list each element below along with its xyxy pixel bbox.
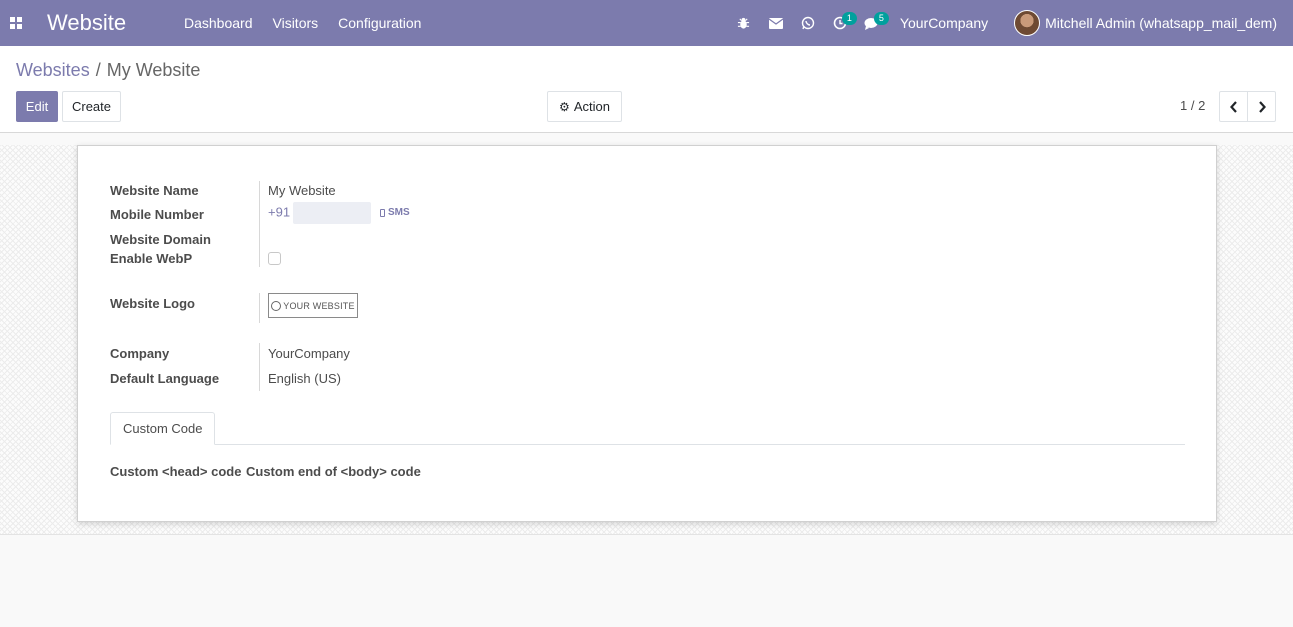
breadcrumb-websites[interactable]: Websites xyxy=(16,60,90,81)
pager-previous-button[interactable] xyxy=(1219,91,1248,122)
user-avatar xyxy=(1014,10,1041,36)
label-website-name: Website Name xyxy=(110,183,199,198)
chevron-right-icon xyxy=(1258,100,1266,113)
website-logo-image[interactable]: YOUR WEBSITE xyxy=(268,293,358,318)
menu-configuration[interactable]: Configuration xyxy=(338,15,421,31)
apps-menu-icon[interactable] xyxy=(0,0,32,46)
debug-bug-icon[interactable] xyxy=(728,0,760,46)
control-panel: Websites / My Website Edit Create ⚙ Acti… xyxy=(0,46,1293,133)
action-label: Action xyxy=(573,99,610,114)
label-default-language: Default Language xyxy=(110,371,220,386)
form-sheet: Website Name Mobile Number Website Domai… xyxy=(77,145,1217,522)
breadcrumb-separator: / xyxy=(95,60,101,80)
field-divider xyxy=(259,293,260,323)
enable-webp-checkbox[interactable] xyxy=(268,252,281,265)
mobile-phone-icon xyxy=(380,208,385,217)
user-menu[interactable]: Mitchell Admin (whatsapp_mail_dem) xyxy=(1014,10,1277,36)
user-name: Mitchell Admin (whatsapp_mail_dem) xyxy=(1045,15,1277,31)
breadcrumb-current: My Website xyxy=(106,60,201,80)
whatsapp-icon[interactable] xyxy=(792,0,824,46)
edit-button[interactable]: Edit xyxy=(16,91,58,122)
label-website-domain: Website Domain xyxy=(110,232,211,247)
messages-badge: 5 xyxy=(873,12,889,25)
logo-text: YOUR WEBSITE xyxy=(283,300,355,311)
app-brand[interactable]: Website xyxy=(47,10,169,36)
chat-messages-icon[interactable]: 5 xyxy=(856,0,889,46)
navbar-systray: 1 5 YourCompany Mitchell Admin (whatsapp… xyxy=(728,0,1293,46)
globe-icon xyxy=(271,300,282,311)
website-name-value[interactable]: My Website xyxy=(268,183,336,198)
mail-envelope-icon[interactable] xyxy=(760,0,792,46)
tab-custom-code[interactable]: Custom Code xyxy=(110,412,216,445)
mobile-number-value[interactable]: +91 xyxy=(268,202,372,224)
label-enable-webp: Enable WebP xyxy=(110,251,193,266)
menu-visitors[interactable]: Visitors xyxy=(273,15,319,31)
mobile-number-redacted xyxy=(293,202,372,224)
pager-next-button[interactable] xyxy=(1247,91,1276,122)
menu-dashboard[interactable]: Dashboard xyxy=(184,15,253,31)
chevron-left-icon xyxy=(1229,100,1237,113)
breadcrumb: Websites / My Website xyxy=(16,60,200,81)
activity-badge: 1 xyxy=(841,12,857,25)
mobile-prefix: +91 xyxy=(268,204,291,220)
field-divider xyxy=(259,343,260,391)
pager-value[interactable]: 1 / 2 xyxy=(1180,98,1205,113)
field-divider xyxy=(259,181,260,267)
top-navbar: Website Dashboard Visitors Configuration… xyxy=(0,0,1293,46)
label-website-logo: Website Logo xyxy=(110,296,195,311)
sms-button[interactable]: SMS xyxy=(380,207,410,218)
sms-label: SMS xyxy=(388,207,410,218)
company-value[interactable]: YourCompany xyxy=(268,346,350,361)
action-dropdown-button[interactable]: ⚙ Action xyxy=(547,91,622,122)
company-switcher[interactable]: YourCompany xyxy=(900,15,988,31)
notebook-tabs: Custom Code xyxy=(110,412,1185,445)
label-company: Company xyxy=(110,346,170,361)
custom-head-code-label: Custom <head> code xyxy=(110,464,242,479)
label-mobile-number: Mobile Number xyxy=(110,207,204,222)
activity-clock-icon[interactable]: 1 xyxy=(824,0,857,46)
gear-icon: ⚙ xyxy=(559,99,570,114)
create-button[interactable]: Create xyxy=(62,91,121,122)
custom-body-code-label: Custom end of <body> code xyxy=(246,464,421,479)
default-language-value[interactable]: English (US) xyxy=(268,371,341,386)
